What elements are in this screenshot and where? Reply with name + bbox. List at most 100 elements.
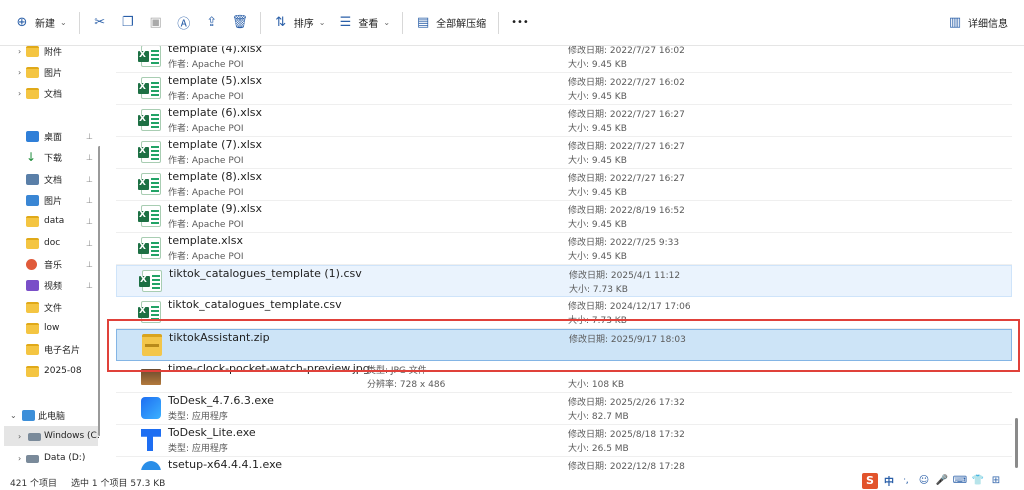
ime-toolbar: S 中 ᐧ, ☺ 🎤 ⌨ 👕 ⊞ [862, 471, 1002, 490]
file-size: 大小: 9.45 KB [568, 92, 627, 102]
file-author: 作者: Apache POI [168, 124, 244, 134]
sidebar-item-data[interactable]: data ⊥ [0, 211, 98, 231]
copy-button[interactable]: ❐ [114, 8, 142, 38]
sidebar-item-2025-08[interactable]: 2025-08 [0, 361, 98, 381]
scissors-icon: ✂ [94, 15, 106, 30]
view-button[interactable]: ☰ 查看 ⌄ [331, 8, 396, 38]
file-modified: 修改日期: 2024/12/17 17:06 [568, 302, 691, 312]
file-row[interactable]: X template (8).xlsx 作者: Apache POI 修改日期:… [116, 169, 1012, 201]
sidebar-item-downloads[interactable]: ↓ 下载 ⊥ [0, 147, 98, 167]
rename-button[interactable]: Ⓐ [170, 8, 198, 38]
file-list: X template (4).xlsx 作者: Apache POI 修改日期:… [104, 46, 1016, 470]
punctuation-icon[interactable]: ᐧ, [900, 475, 912, 487]
file-row[interactable]: tsetup-x64.4.4.1.exe 修改日期: 2022/12/8 17:… [116, 457, 1012, 470]
cut-button[interactable]: ✂ [86, 8, 114, 38]
details-label: 详细信息 [968, 19, 1008, 30]
image-file-icon [141, 369, 161, 385]
sidebar-item-label: 文档 [44, 89, 63, 100]
microphone-icon[interactable]: 🎤 [936, 475, 948, 487]
keyboard-icon[interactable]: ⌨ [953, 475, 967, 487]
sogou-ime-icon[interactable]: S [862, 472, 878, 489]
sidebar-item-music[interactable]: 音乐 ⊥ [0, 254, 98, 274]
new-button[interactable]: ⊕ 新建 ⌄ [8, 8, 73, 38]
sidebar-item-documents-quick[interactable]: 文档 ⊥ [0, 169, 98, 189]
sidebar-item-business-cards[interactable]: 电子名片 [0, 339, 98, 359]
file-modified: 修改日期: 2022/7/27 16:02 [568, 46, 685, 56]
trash-icon: 🗑 [231, 15, 248, 30]
selection-info: 选中 1 个项目 57.3 KB [71, 478, 166, 489]
excel-file-icon: X [138, 237, 161, 259]
sidebar-item-label: 视频 [44, 281, 63, 292]
file-row[interactable]: ToDesk_Lite.exe 类型: 应用程序 修改日期: 2025/8/18… [116, 425, 1012, 457]
emoji-icon[interactable]: ☺ [918, 475, 930, 487]
sidebar-scrollbar[interactable] [98, 146, 100, 436]
new-label: 新建 [35, 19, 55, 30]
file-modified: 修改日期: 2025/4/1 11:12 [569, 271, 681, 281]
ime-language[interactable]: 中 [884, 473, 894, 488]
file-row-selected[interactable]: tiktokAssistant.zip 修改日期: 2025/9/17 18:0… [116, 329, 1012, 361]
sort-label: 排序 [293, 19, 314, 30]
more-icon: ••• [511, 17, 529, 28]
pin-icon: ⊥ [86, 131, 93, 141]
file-row[interactable]: X template (5).xlsx 作者: Apache POI 修改日期:… [116, 73, 1012, 105]
scrollbar-thumb[interactable] [1015, 418, 1018, 468]
file-row[interactable]: X template (6).xlsx 作者: Apache POI 修改日期:… [116, 105, 1012, 137]
file-size: 大小: 9.45 KB [568, 156, 627, 166]
file-modified: 修改日期: 2022/7/27 16:02 [568, 78, 685, 88]
file-row[interactable]: time-clock-pocket-watch-preview.jpg 类型: … [116, 361, 1012, 393]
sidebar-item-files[interactable]: 文件 [0, 297, 98, 317]
sidebar-item-windows-c[interactable]: › Windows (C:) [4, 426, 100, 446]
sidebar-item-videos[interactable]: 视频 ⊥ [0, 275, 98, 295]
file-row[interactable]: ToDesk_4.7.6.3.exe 类型: 应用程序 修改日期: 2025/2… [116, 393, 1012, 425]
navigation-pane: › 附件 › 图片 › 文档 桌面 ⊥ ↓ 下载 ⊥ 文档 ⊥ 图片 ⊥ dat… [0, 46, 100, 470]
file-name: template (9).xlsx [168, 202, 263, 215]
sidebar-item-label: doc [44, 238, 61, 248]
file-type: 类型: 应用程序 [168, 444, 228, 454]
sidebar-item-documents[interactable]: › 文档 [0, 83, 98, 103]
chevron-right-icon[interactable]: › [18, 454, 21, 463]
folder-icon [26, 237, 39, 249]
file-row[interactable]: X template (7).xlsx 作者: Apache POI 修改日期:… [116, 137, 1012, 169]
file-list-scrollbar[interactable] [1012, 46, 1020, 470]
extract-all-button[interactable]: ▤ 全部解压缩 [409, 8, 492, 38]
sidebar-item-desktop[interactable]: 桌面 ⊥ [0, 126, 98, 146]
csv-file-icon: X [139, 270, 162, 292]
drive-icon [28, 433, 41, 441]
sidebar-item-data-d[interactable]: › Data (D:) [0, 448, 98, 468]
share-button[interactable]: ⇪ [198, 8, 226, 38]
file-name: tiktok_catalogues_template (1).csv [169, 267, 362, 280]
sidebar-item-pictures-quick[interactable]: 图片 ⊥ [0, 190, 98, 210]
file-modified: 修改日期: 2025/2/26 17:32 [568, 398, 685, 408]
file-row[interactable]: X template (9).xlsx 作者: Apache POI 修改日期:… [116, 201, 1012, 233]
file-row[interactable]: X tiktok_catalogues_template (1).csv 修改日… [116, 265, 1012, 297]
details-button[interactable]: ▥ 详细信息 [941, 8, 1014, 38]
folder-icon [26, 215, 39, 227]
separator [498, 11, 500, 34]
sidebar-item-low[interactable]: low [0, 318, 98, 338]
computer-icon [22, 409, 35, 421]
skin-icon[interactable]: 👕 [972, 475, 984, 487]
sidebar-item-attachments[interactable]: › 附件 [0, 46, 98, 61]
chevron-down-icon[interactable]: ⌄ [10, 411, 17, 420]
desktop-icon [26, 130, 39, 142]
chevron-right-icon[interactable]: › [18, 68, 21, 77]
chevron-right-icon[interactable]: › [18, 47, 21, 56]
sidebar-item-doc[interactable]: doc ⊥ [0, 233, 98, 253]
sort-button[interactable]: ⇅ 排序 ⌄ [267, 8, 332, 38]
delete-button[interactable]: 🗑 [226, 8, 254, 38]
more-button[interactable]: ••• [505, 8, 535, 38]
folder-icon [26, 301, 39, 313]
file-row[interactable]: X tiktok_catalogues_template.csv 修改日期: 2… [116, 297, 1012, 329]
toolbox-icon[interactable]: ⊞ [990, 475, 1002, 487]
chevron-right-icon[interactable]: › [18, 432, 21, 441]
pin-icon: ⊥ [86, 280, 93, 290]
paste-button[interactable]: ▣ [142, 8, 170, 38]
file-row[interactable]: X template.xlsx 作者: Apache POI 修改日期: 202… [116, 233, 1012, 265]
sidebar-item-this-pc[interactable]: ⌄ 此电脑 [0, 405, 98, 425]
file-row[interactable]: X template (4).xlsx 作者: Apache POI 修改日期:… [116, 46, 1012, 73]
excel-file-icon: X [138, 77, 161, 99]
chevron-right-icon[interactable]: › [18, 89, 21, 98]
sidebar-item-pictures[interactable]: › 图片 [0, 62, 98, 82]
file-modified: 修改日期: 2025/8/18 17:32 [568, 430, 685, 440]
folder-icon [26, 66, 39, 78]
